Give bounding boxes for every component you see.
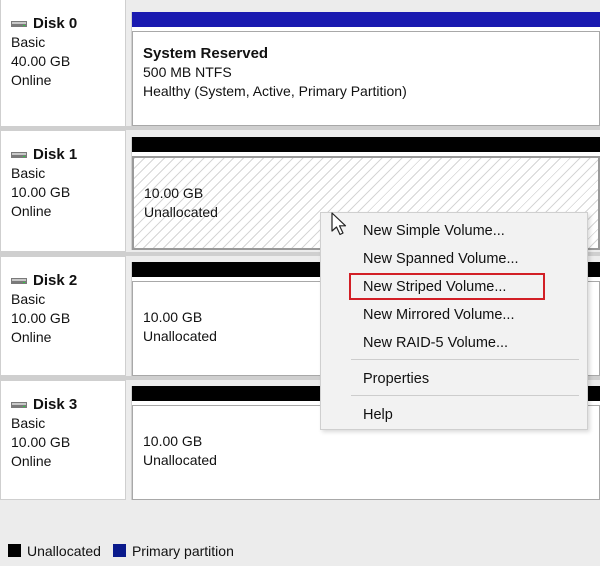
disk-status: Online [11, 329, 52, 345]
disk-size: 10.00 GB [11, 310, 71, 326]
disk-drive-icon [11, 277, 27, 285]
disk-info-1[interactable]: Disk 1 Basic 10.00 GB Online [0, 130, 126, 252]
disk-name: Disk 3 [33, 396, 78, 413]
disk-row-0: Disk 0 Basic 40.00 GB Online System Rese… [0, 0, 600, 128]
disk-status: Online [11, 453, 52, 469]
volume-status: Unallocated [143, 452, 217, 468]
mouse-pointer-icon [331, 212, 349, 236]
disk-size: 40.00 GB [11, 53, 71, 69]
disk-status: Online [11, 203, 52, 219]
disk-size: 10.00 GB [11, 434, 71, 450]
menu-separator [351, 395, 579, 396]
legend-label: Primary partition [131, 542, 234, 559]
disk-drive-icon [11, 151, 27, 159]
volume-bar [132, 12, 600, 27]
volume-status: Healthy (System, Active, Primary Partiti… [143, 83, 407, 99]
volume-bar [132, 137, 600, 152]
menu-item-new-mirrored-volume[interactable]: New Mirrored Volume... [363, 304, 515, 326]
disk-type: Basic [11, 291, 46, 307]
legend-swatch-primary-partition [112, 544, 126, 557]
legend-swatch-unallocated [8, 544, 21, 557]
highlight-box [349, 273, 545, 300]
volume-size: 500 MB NTFS [143, 64, 232, 80]
menu-item-new-simple-volume[interactable]: New Simple Volume... [363, 220, 505, 242]
disk-name: Disk 1 [33, 146, 78, 163]
volume-title: System Reserved [143, 45, 269, 62]
volume-size: 10.00 GB [143, 433, 203, 449]
disk-drive-icon [11, 401, 27, 409]
disk-drive-icon [11, 20, 27, 28]
disk-info-3[interactable]: Disk 3 Basic 10.00 GB Online [0, 380, 126, 500]
legend: Unallocated Primary partition [0, 535, 600, 566]
menu-item-new-spanned-volume[interactable]: New Spanned Volume... [363, 248, 519, 270]
legend-item-unallocated: Unallocated [8, 543, 101, 559]
legend-item-primary-partition: Primary partition [112, 542, 234, 559]
menu-item-new-raid5-volume[interactable]: New RAID-5 Volume... [363, 332, 508, 354]
disk-type: Basic [11, 165, 46, 181]
legend-label: Unallocated [27, 542, 101, 559]
disk-info-0[interactable]: Disk 0 Basic 40.00 GB Online [0, 0, 126, 128]
disk-name: Disk 0 [33, 15, 78, 32]
disk-size: 10.00 GB [11, 184, 71, 200]
volume-system-reserved[interactable]: System Reserved 500 MB NTFS Healthy (Sys… [132, 31, 600, 126]
disk-name: Disk 2 [33, 272, 78, 289]
volume-area-0: System Reserved 500 MB NTFS Healthy (Sys… [131, 12, 600, 126]
disk-status: Online [11, 72, 52, 88]
menu-separator [351, 359, 579, 360]
disk-info-2[interactable]: Disk 2 Basic 10.00 GB Online [0, 256, 126, 376]
menu-item-properties[interactable]: Properties [363, 368, 429, 390]
disk-management-view: Disk 0 Basic 40.00 GB Online System Rese… [0, 0, 600, 566]
context-menu: New Simple Volume... New Spanned Volume.… [320, 212, 588, 430]
disk-type: Basic [11, 34, 46, 50]
disk-type: Basic [11, 415, 46, 431]
volume-size: 10.00 GB [144, 185, 204, 201]
menu-item-help[interactable]: Help [363, 404, 393, 426]
